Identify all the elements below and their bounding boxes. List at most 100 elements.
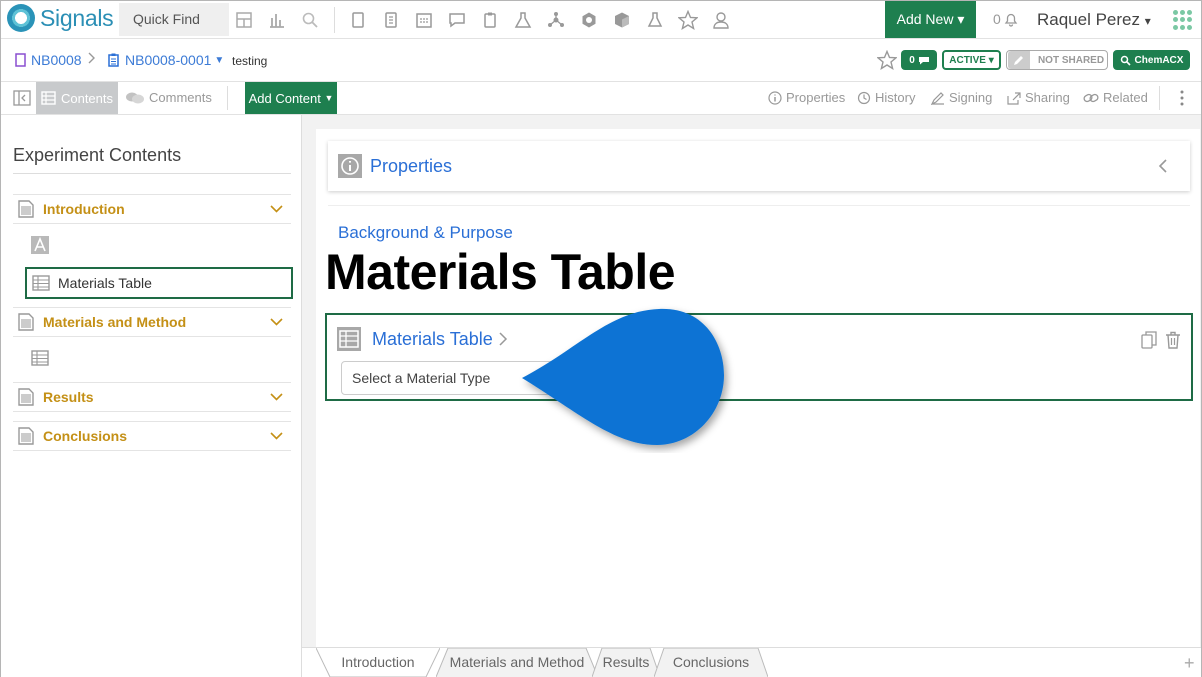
- journal-icon[interactable]: [380, 9, 402, 31]
- lab-icon[interactable]: [512, 9, 534, 31]
- comments-badge[interactable]: 0: [901, 50, 937, 70]
- text-block-icon[interactable]: [31, 236, 49, 259]
- materials-table-card[interactable]: Materials Table Select a Material Type: [325, 313, 1193, 401]
- divider: [1159, 86, 1160, 110]
- properties-label: Properties: [786, 90, 846, 105]
- structure-icon[interactable]: [545, 9, 567, 31]
- comments-count: 0: [909, 54, 915, 66]
- apps-grid-icon[interactable]: [1173, 10, 1193, 30]
- table-icon[interactable]: [31, 350, 49, 371]
- properties-button[interactable]: Properties: [768, 90, 845, 105]
- chevron-down-icon: ▼: [214, 54, 225, 66]
- notification-count: 0: [993, 11, 1001, 27]
- chemacx-button[interactable]: ChemACX: [1113, 50, 1190, 70]
- flask-icon[interactable]: [644, 9, 666, 31]
- add-content-label: Add Content: [248, 90, 321, 106]
- main-content: Properties Background & Purpose Material…: [302, 115, 1201, 647]
- document-icon: [18, 200, 34, 218]
- add-content-button[interactable]: Add Content ▼: [245, 82, 337, 114]
- status-badge[interactable]: ACTIVE ▾: [942, 50, 1001, 70]
- sharing-label: Sharing: [1025, 90, 1070, 105]
- dashboard-icon[interactable]: [233, 9, 255, 31]
- signing-button[interactable]: Signing: [931, 90, 992, 105]
- card-tools: [1141, 331, 1181, 349]
- favorite-star-icon[interactable]: [876, 49, 898, 75]
- copy-icon[interactable]: [1141, 331, 1157, 349]
- tab-label: Materials and Method: [449, 654, 585, 670]
- star-icon[interactable]: [677, 9, 699, 31]
- history-button[interactable]: History: [857, 90, 915, 105]
- comments-label: Comments: [149, 90, 212, 105]
- tab-materials-and-method[interactable]: Materials and Method: [436, 648, 598, 677]
- related-button[interactable]: Related: [1083, 90, 1148, 105]
- document-icon: [18, 388, 34, 406]
- sharing-button[interactable]: Sharing: [1007, 90, 1070, 105]
- signing-label: Signing: [949, 90, 993, 105]
- chevron-down-icon[interactable]: [270, 205, 283, 213]
- search-icon: [1120, 55, 1131, 66]
- contents-button[interactable]: Contents: [36, 82, 118, 114]
- chemacx-label: ChemACX: [1134, 54, 1184, 66]
- chevron-down-icon[interactable]: [270, 393, 283, 401]
- section-materials-and-method[interactable]: Materials and Method: [13, 307, 291, 337]
- section-results[interactable]: Results: [13, 382, 291, 412]
- experiment-name: testing: [232, 54, 268, 68]
- chevron-right-icon: [87, 52, 97, 64]
- chevron-down-icon[interactable]: [270, 432, 283, 440]
- info-icon: [768, 90, 782, 105]
- comments-button[interactable]: Comments: [125, 90, 212, 105]
- sharing-label: NOT SHARED: [1037, 54, 1105, 66]
- people-icon[interactable]: [710, 9, 732, 31]
- chart-icon[interactable]: [266, 9, 288, 31]
- breadcrumb-experiment[interactable]: NB0008-0001 ▼: [107, 52, 224, 68]
- history-label: History: [875, 90, 916, 105]
- section-label: Conclusions: [43, 428, 128, 444]
- cube-icon[interactable]: [611, 9, 633, 31]
- calendar-icon[interactable]: [413, 9, 435, 31]
- signing-icon: [931, 91, 944, 105]
- user-menu[interactable]: Raquel Perez ▾: [1037, 10, 1151, 30]
- toolbar: Contents Comments Add Content ▼ Properti…: [1, 82, 1201, 115]
- tab-label: Conclusions: [672, 654, 750, 670]
- divider: [334, 7, 335, 33]
- sidebar-toggle-icon[interactable]: [13, 90, 31, 111]
- top-bar: Signals Quick Find Add New ▾ 0 Raquel Pe…: [1, 1, 1201, 39]
- chevron-right-icon[interactable]: [498, 331, 508, 347]
- add-new-button[interactable]: Add New ▾: [885, 1, 976, 38]
- experiment-contents-panel: Experiment Contents Introduction Materia…: [1, 115, 302, 677]
- notifications[interactable]: 0: [993, 11, 1019, 27]
- experiment-label: NB0008-0001: [125, 52, 212, 68]
- add-tab-icon[interactable]: +: [1184, 653, 1195, 674]
- properties-card[interactable]: Properties: [328, 141, 1190, 191]
- chevron-left-icon[interactable]: [1158, 158, 1168, 174]
- table-icon: [32, 275, 50, 291]
- tab-conclusions[interactable]: Conclusions: [654, 648, 768, 677]
- document-icon: [18, 427, 34, 445]
- section-conclusions[interactable]: Conclusions: [13, 421, 291, 451]
- trash-icon[interactable]: [1165, 331, 1181, 349]
- contents-label: Contents: [60, 90, 114, 106]
- clipboard-icon[interactable]: [479, 9, 501, 31]
- quick-find-button[interactable]: Quick Find: [119, 3, 229, 36]
- search-icon[interactable]: [299, 9, 321, 31]
- pencil-icon: [1007, 51, 1030, 69]
- materials-table-item[interactable]: Materials Table: [25, 267, 293, 299]
- molecule-icon[interactable]: [578, 9, 600, 31]
- notebook-icon[interactable]: [347, 9, 369, 31]
- panel-title: Experiment Contents: [13, 145, 182, 165]
- section-introduction[interactable]: Introduction: [13, 194, 291, 224]
- chevron-down-icon[interactable]: [270, 318, 283, 326]
- tab-introduction[interactable]: Introduction: [316, 648, 440, 677]
- comment-icon: [918, 56, 929, 64]
- materials-table-title[interactable]: Materials Table: [372, 329, 493, 350]
- sharing-badge[interactable]: NOT SHARED: [1006, 50, 1108, 70]
- tab-results[interactable]: Results: [592, 648, 660, 677]
- app-logo[interactable]: Signals: [7, 4, 114, 32]
- notebook-label: NB0008: [31, 52, 82, 68]
- chat-icon[interactable]: [446, 9, 468, 31]
- section-label: Materials and Method: [43, 314, 187, 330]
- link-icon: [1083, 93, 1099, 102]
- breadcrumb-notebook[interactable]: NB0008: [14, 52, 82, 68]
- more-options-icon[interactable]: [1179, 89, 1189, 107]
- document-icon: [18, 313, 34, 331]
